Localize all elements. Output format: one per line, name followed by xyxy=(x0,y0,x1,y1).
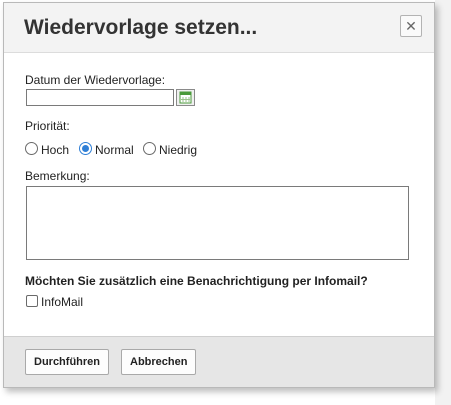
infomail-checkbox[interactable] xyxy=(26,295,38,307)
close-button[interactable]: ✕ xyxy=(400,15,422,37)
close-icon: ✕ xyxy=(405,18,417,34)
dialog-title: Wiedervorlage setzen... xyxy=(24,16,258,39)
background-panel xyxy=(435,0,451,405)
priority-high-radio[interactable] xyxy=(25,142,38,155)
date-input[interactable] xyxy=(26,89,174,106)
remark-label: Bemerkung: xyxy=(25,169,90,183)
execute-button[interactable]: Durchführen xyxy=(25,349,109,375)
priority-high-label: Hoch xyxy=(41,143,70,157)
reminder-dialog: Wiedervorlage setzen... ✕ Datum der Wied… xyxy=(3,2,435,388)
priority-label: Priorität: xyxy=(25,119,70,133)
notify-question: Möchten Sie zusätzlich eine Benachrichti… xyxy=(25,274,368,288)
calendar-icon xyxy=(179,91,192,104)
priority-low-radio[interactable] xyxy=(143,142,156,155)
calendar-button[interactable] xyxy=(176,89,195,106)
dialog-header: Wiedervorlage setzen... ✕ xyxy=(4,3,434,53)
dialog-footer: Durchführen Abbrechen xyxy=(4,336,434,387)
priority-low-label: Niedrig xyxy=(159,143,198,157)
date-label: Datum der Wiedervorlage: xyxy=(25,73,166,87)
remark-textarea[interactable] xyxy=(26,186,409,260)
priority-normal-label: Normal xyxy=(95,143,134,157)
priority-normal-radio[interactable] xyxy=(79,142,92,155)
cancel-button[interactable]: Abbrechen xyxy=(121,349,197,375)
infomail-label: InfoMail xyxy=(41,295,84,309)
